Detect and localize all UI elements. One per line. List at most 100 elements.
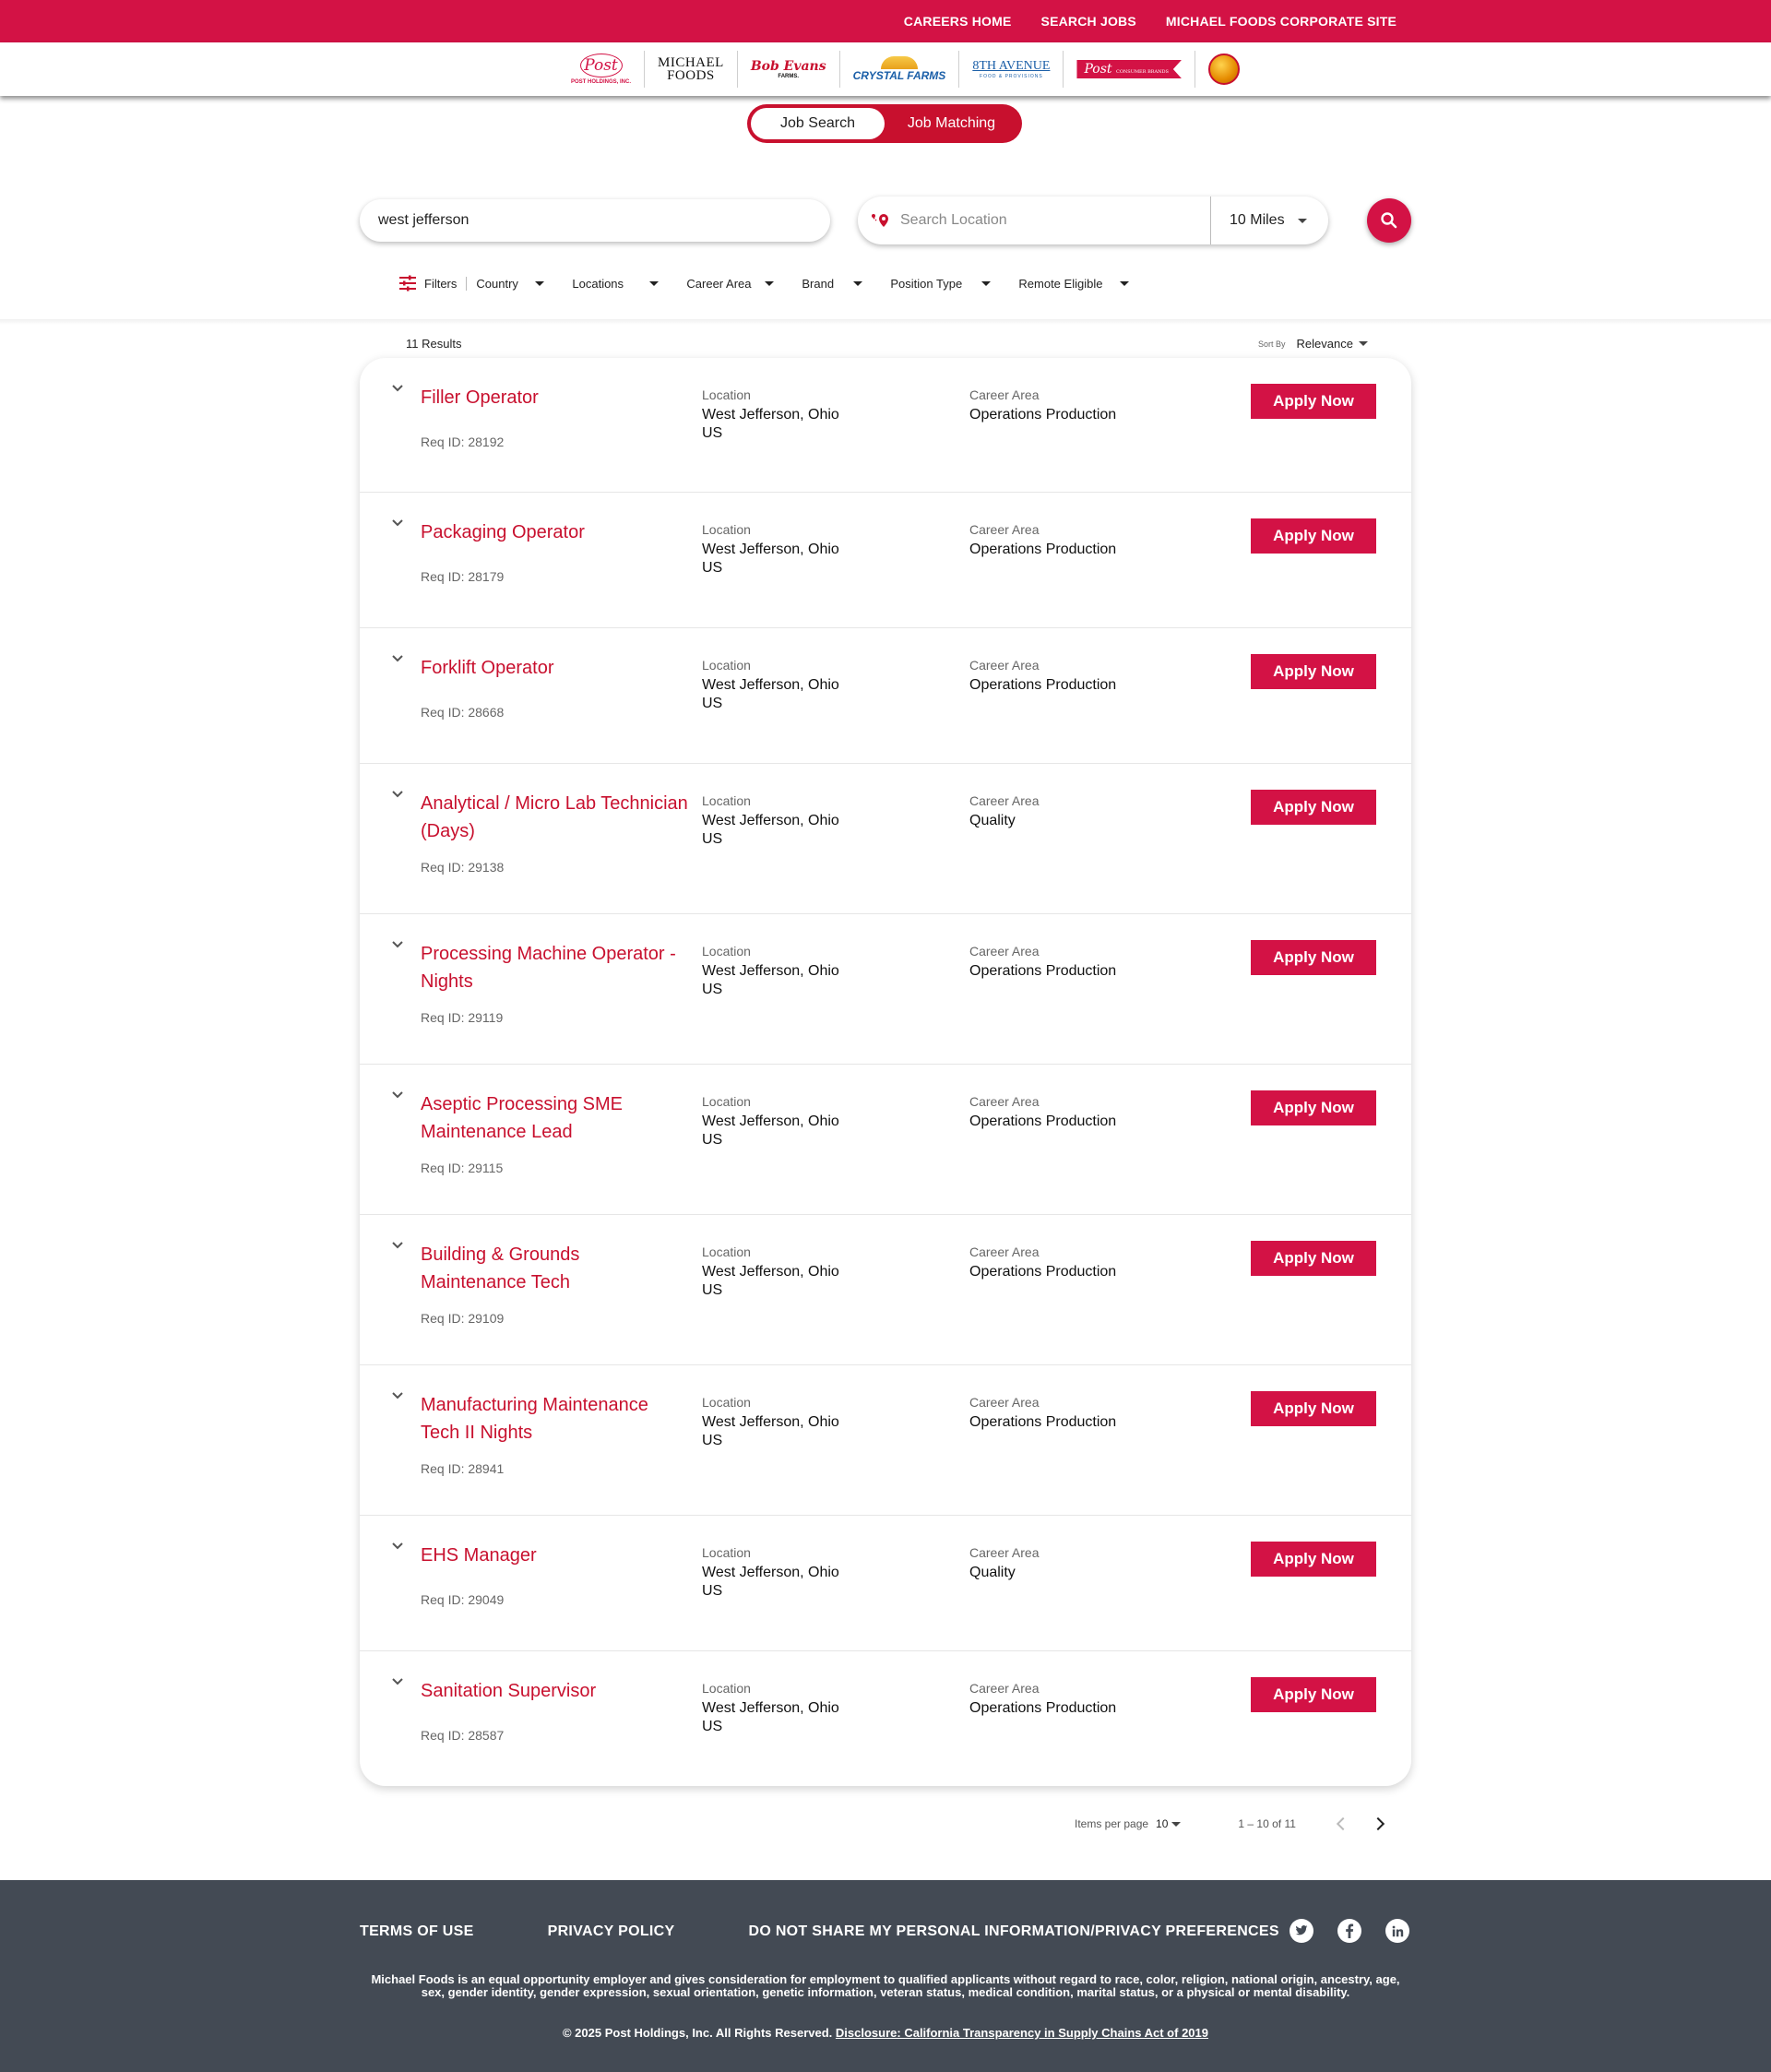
job-title-link[interactable]: EHS Manager	[421, 1542, 688, 1569]
job-title-link[interactable]: Analytical / Micro Lab Technician (Days)	[421, 790, 688, 845]
job-row: Processing Machine Operator - Nights Req …	[360, 914, 1411, 1065]
job-career-area: Operations Production	[969, 407, 1117, 423]
location-search: Search Location 10 Miles	[858, 196, 1328, 244]
job-career-area: Operations Production	[969, 542, 1117, 557]
filter-country[interactable]: Country	[476, 277, 545, 291]
pagination: Items per page 10 1 – 10 of 11	[1075, 1816, 1385, 1831]
filter-remote-eligible[interactable]: Remote Eligible	[1018, 277, 1130, 291]
expand-chevron-icon[interactable]	[391, 1675, 404, 1688]
radius-select[interactable]: 10 Miles	[1210, 196, 1328, 244]
job-location: West Jefferson, Ohio US	[702, 1414, 839, 1448]
job-location: West Jefferson, Ohio US	[702, 813, 839, 847]
req-id: Req ID: 29109	[421, 1311, 505, 1326]
search-button[interactable]	[1367, 198, 1411, 243]
apply-now-button[interactable]: Apply Now	[1251, 1090, 1376, 1125]
expand-chevron-icon[interactable]	[391, 652, 404, 665]
location-label: Location	[702, 1094, 751, 1109]
job-search-tab[interactable]: Job Search	[751, 108, 885, 139]
job-results-list: Filler Operator Req ID: 28192 Location West…	[360, 358, 1411, 1786]
sort-by-label: Sort By	[1258, 339, 1286, 349]
apply-now-button[interactable]: Apply Now	[1251, 1542, 1376, 1577]
req-id: Req ID: 28941	[421, 1461, 505, 1476]
careers-home-link[interactable]: CAREERS HOME	[904, 14, 1012, 29]
linkedin-icon[interactable]	[1385, 1919, 1409, 1943]
job-title-link[interactable]: Filler Operator	[421, 384, 688, 411]
job-location: West Jefferson, Ohio US	[702, 407, 839, 441]
previous-page-icon[interactable]	[1336, 1816, 1349, 1831]
filter-position-type[interactable]: Position Type	[890, 277, 992, 291]
do-not-share-link[interactable]: DO NOT SHARE MY PERSONAL INFORMATION/PRI…	[748, 1923, 1278, 1940]
job-career-area: Operations Production	[969, 1414, 1117, 1430]
footer: TERMS OF USE PRIVACY POLICY DO NOT SHARE…	[0, 1880, 1771, 2072]
apply-now-button[interactable]: Apply Now	[1251, 384, 1376, 419]
req-id: Req ID: 29138	[421, 860, 505, 875]
job-title-link[interactable]: Aseptic Processing SME Maintenance Lead	[421, 1090, 688, 1146]
job-location: West Jefferson, Ohio US	[702, 1565, 839, 1599]
job-matching-tab[interactable]: Job Matching	[885, 108, 1018, 139]
search-section-divider	[0, 319, 1771, 325]
items-per-page-select[interactable]: 10	[1156, 1817, 1182, 1830]
expand-chevron-icon[interactable]	[391, 1089, 404, 1101]
expand-chevron-icon[interactable]	[391, 788, 404, 801]
req-id: Req ID: 28192	[421, 435, 505, 449]
copyright: © 2025 Post Holdings, Inc. All Rights Re…	[562, 2026, 1208, 2040]
items-per-page-label: Items per page	[1075, 1817, 1149, 1830]
disclosure-link[interactable]: Disclosure: California Transparency in S…	[836, 2026, 1208, 2040]
filter-career-area[interactable]: Career Area	[686, 277, 775, 291]
facebook-icon[interactable]	[1337, 1919, 1361, 1943]
eighth-avenue-logo[interactable]: 8TH AVENUE FOOD & PROVISIONS	[959, 51, 1064, 88]
filter-brand[interactable]: Brand	[802, 277, 863, 291]
michael-foods-logo[interactable]: MICHAEL FOODS	[645, 51, 738, 88]
job-title-link[interactable]: Packaging Operator	[421, 518, 688, 546]
bob-evans-logo[interactable]: Bob Evans FARMS.	[738, 51, 840, 88]
apply-now-button[interactable]: Apply Now	[1251, 1391, 1376, 1426]
top-nav: CAREERS HOME SEARCH JOBS MICHAEL FOODS C…	[904, 0, 1397, 42]
corporate-site-link[interactable]: MICHAEL FOODS CORPORATE SITE	[1166, 14, 1397, 29]
privacy-policy-link[interactable]: PRIVACY POLICY	[548, 1923, 675, 1940]
req-id: Req ID: 29115	[421, 1161, 504, 1175]
career-area-label: Career Area	[969, 387, 1040, 402]
expand-chevron-icon[interactable]	[391, 938, 404, 951]
apply-now-button[interactable]: Apply Now	[1251, 790, 1376, 825]
job-row: Sanitation Supervisor Req ID: 28587 Locati…	[360, 1651, 1411, 1786]
page-range: 1 – 10 of 11	[1238, 1817, 1296, 1830]
expand-chevron-icon[interactable]	[391, 1389, 404, 1402]
career-area-label: Career Area	[969, 1395, 1040, 1410]
keyword-search-input[interactable]: west jefferson	[360, 199, 830, 242]
twitter-icon[interactable]	[1290, 1919, 1313, 1943]
location-input[interactable]: Search Location	[900, 212, 1210, 229]
post-consumer-brands-logo[interactable]: Post CONSUMER BRANDS	[1064, 51, 1195, 88]
filter-sliders-icon[interactable]	[398, 275, 417, 292]
expand-chevron-icon[interactable]	[391, 382, 404, 395]
post-holdings-logo[interactable]: Post POST HOLDINGS, INC.	[558, 51, 646, 88]
search-jobs-link[interactable]: SEARCH JOBS	[1041, 14, 1136, 29]
job-row: EHS Manager Req ID: 29049 Location West Jef…	[360, 1516, 1411, 1651]
footer-links: TERMS OF USE PRIVACY POLICY DO NOT SHARE…	[360, 1923, 1279, 1940]
job-title-link[interactable]: Building & Grounds Maintenance Tech	[421, 1241, 688, 1296]
caret-down-icon	[1120, 280, 1130, 286]
job-location: West Jefferson, Ohio US	[702, 963, 839, 997]
ball-logo[interactable]	[1195, 51, 1253, 88]
apply-now-button[interactable]: Apply Now	[1251, 940, 1376, 975]
apply-now-button[interactable]: Apply Now	[1251, 654, 1376, 689]
job-title-link[interactable]: Forklift Operator	[421, 654, 688, 682]
filter-locations[interactable]: Locations	[572, 277, 660, 291]
crystal-farms-logo[interactable]: CRYSTAL FARMS	[840, 51, 960, 88]
filters-label[interactable]: Filters	[424, 276, 468, 291]
terms-of-use-link[interactable]: TERMS OF USE	[360, 1923, 474, 1940]
sort-select[interactable]: Relevance	[1297, 337, 1368, 351]
expand-chevron-icon[interactable]	[391, 1540, 404, 1553]
job-row: Building & Grounds Maintenance Tech Req I…	[360, 1215, 1411, 1365]
next-page-icon[interactable]	[1371, 1816, 1385, 1831]
job-row: Packaging Operator Req ID: 28179 Location W…	[360, 493, 1411, 628]
job-career-area: Quality	[969, 1565, 1016, 1580]
apply-now-button[interactable]: Apply Now	[1251, 518, 1376, 554]
expand-chevron-icon[interactable]	[391, 1239, 404, 1252]
job-title-link[interactable]: Sanitation Supervisor	[421, 1677, 688, 1705]
apply-now-button[interactable]: Apply Now	[1251, 1677, 1376, 1712]
job-title-link[interactable]: Processing Machine Operator - Nights	[421, 940, 688, 995]
apply-now-button[interactable]: Apply Now	[1251, 1241, 1376, 1276]
caret-down-icon	[981, 280, 992, 286]
job-title-link[interactable]: Manufacturing Maintenance Tech II Nights	[421, 1391, 688, 1447]
expand-chevron-icon[interactable]	[391, 517, 404, 530]
